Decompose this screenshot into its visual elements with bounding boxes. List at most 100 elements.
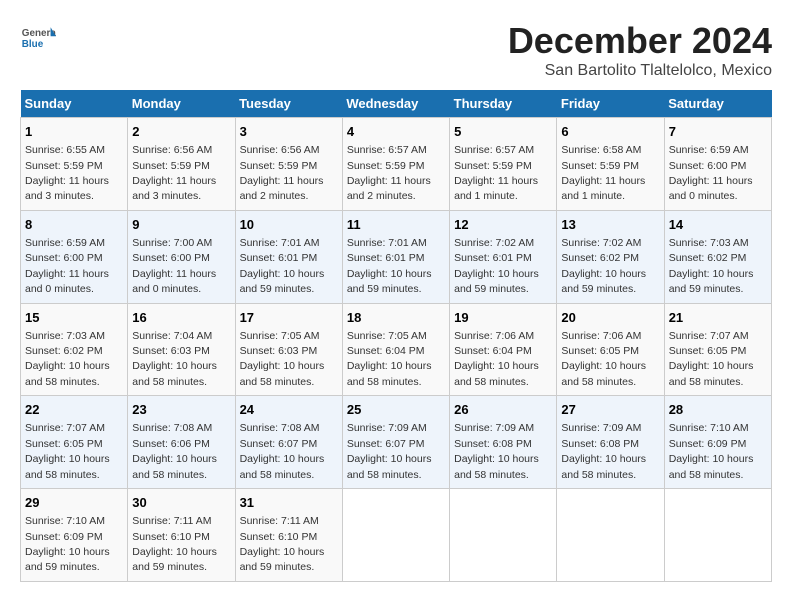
calendar-week-row: 29 Sunrise: 7:10 AM Sunset: 6:09 PM Dayl…	[21, 489, 772, 582]
calendar-cell	[450, 489, 557, 582]
calendar-cell: 1 Sunrise: 6:55 AM Sunset: 5:59 PM Dayli…	[21, 118, 128, 211]
day-info: Sunrise: 7:01 AM Sunset: 6:01 PM Dayligh…	[347, 237, 432, 295]
calendar-cell: 17 Sunrise: 7:05 AM Sunset: 6:03 PM Dayl…	[235, 303, 342, 396]
day-info: Sunrise: 7:00 AM Sunset: 6:00 PM Dayligh…	[132, 237, 216, 295]
header-saturday: Saturday	[664, 90, 771, 118]
day-info: Sunrise: 7:01 AM Sunset: 6:01 PM Dayligh…	[240, 237, 325, 295]
calendar-cell: 24 Sunrise: 7:08 AM Sunset: 6:07 PM Dayl…	[235, 396, 342, 489]
day-number: 30	[132, 494, 230, 512]
day-info: Sunrise: 7:03 AM Sunset: 6:02 PM Dayligh…	[669, 237, 754, 295]
calendar-cell: 21 Sunrise: 7:07 AM Sunset: 6:05 PM Dayl…	[664, 303, 771, 396]
day-number: 28	[669, 401, 767, 419]
calendar-week-row: 22 Sunrise: 7:07 AM Sunset: 6:05 PM Dayl…	[21, 396, 772, 489]
calendar-cell: 4 Sunrise: 6:57 AM Sunset: 5:59 PM Dayli…	[342, 118, 449, 211]
day-info: Sunrise: 7:09 AM Sunset: 6:07 PM Dayligh…	[347, 422, 432, 480]
day-number: 4	[347, 123, 445, 141]
calendar-cell: 30 Sunrise: 7:11 AM Sunset: 6:10 PM Dayl…	[128, 489, 235, 582]
day-number: 29	[25, 494, 123, 512]
day-number: 6	[561, 123, 659, 141]
day-number: 22	[25, 401, 123, 419]
calendar-cell: 14 Sunrise: 7:03 AM Sunset: 6:02 PM Dayl…	[664, 210, 771, 303]
day-info: Sunrise: 7:06 AM Sunset: 6:04 PM Dayligh…	[454, 330, 539, 388]
calendar-cell: 18 Sunrise: 7:05 AM Sunset: 6:04 PM Dayl…	[342, 303, 449, 396]
logo: General Blue	[20, 20, 56, 56]
calendar-cell	[557, 489, 664, 582]
calendar-cell: 29 Sunrise: 7:10 AM Sunset: 6:09 PM Dayl…	[21, 489, 128, 582]
day-number: 18	[347, 309, 445, 327]
day-info: Sunrise: 6:56 AM Sunset: 5:59 PM Dayligh…	[240, 144, 324, 202]
calendar-week-row: 8 Sunrise: 6:59 AM Sunset: 6:00 PM Dayli…	[21, 210, 772, 303]
day-number: 19	[454, 309, 552, 327]
day-info: Sunrise: 6:59 AM Sunset: 6:00 PM Dayligh…	[669, 144, 753, 202]
day-info: Sunrise: 7:10 AM Sunset: 6:09 PM Dayligh…	[669, 422, 754, 480]
calendar-cell: 26 Sunrise: 7:09 AM Sunset: 6:08 PM Dayl…	[450, 396, 557, 489]
day-number: 21	[669, 309, 767, 327]
title-block: December 2024 San Bartolito Tlaltelolco,…	[508, 20, 772, 80]
day-number: 12	[454, 216, 552, 234]
calendar-cell: 5 Sunrise: 6:57 AM Sunset: 5:59 PM Dayli…	[450, 118, 557, 211]
calendar-cell: 19 Sunrise: 7:06 AM Sunset: 6:04 PM Dayl…	[450, 303, 557, 396]
day-info: Sunrise: 7:06 AM Sunset: 6:05 PM Dayligh…	[561, 330, 646, 388]
day-info: Sunrise: 7:05 AM Sunset: 6:03 PM Dayligh…	[240, 330, 325, 388]
day-info: Sunrise: 6:57 AM Sunset: 5:59 PM Dayligh…	[454, 144, 538, 202]
day-info: Sunrise: 7:10 AM Sunset: 6:09 PM Dayligh…	[25, 515, 110, 573]
day-info: Sunrise: 7:08 AM Sunset: 6:07 PM Dayligh…	[240, 422, 325, 480]
calendar-cell: 23 Sunrise: 7:08 AM Sunset: 6:06 PM Dayl…	[128, 396, 235, 489]
logo-icon: General Blue	[20, 20, 56, 56]
day-number: 14	[669, 216, 767, 234]
calendar-week-row: 15 Sunrise: 7:03 AM Sunset: 6:02 PM Dayl…	[21, 303, 772, 396]
calendar-cell: 20 Sunrise: 7:06 AM Sunset: 6:05 PM Dayl…	[557, 303, 664, 396]
day-number: 27	[561, 401, 659, 419]
svg-text:Blue: Blue	[22, 39, 44, 50]
day-info: Sunrise: 7:03 AM Sunset: 6:02 PM Dayligh…	[25, 330, 110, 388]
calendar-title: December 2024	[508, 20, 772, 62]
calendar-cell: 10 Sunrise: 7:01 AM Sunset: 6:01 PM Dayl…	[235, 210, 342, 303]
day-info: Sunrise: 7:08 AM Sunset: 6:06 PM Dayligh…	[132, 422, 217, 480]
calendar-cell: 9 Sunrise: 7:00 AM Sunset: 6:00 PM Dayli…	[128, 210, 235, 303]
day-number: 7	[669, 123, 767, 141]
header-thursday: Thursday	[450, 90, 557, 118]
day-info: Sunrise: 7:09 AM Sunset: 6:08 PM Dayligh…	[454, 422, 539, 480]
day-number: 3	[240, 123, 338, 141]
calendar-subtitle: San Bartolito Tlaltelolco, Mexico	[508, 62, 772, 80]
calendar-cell: 7 Sunrise: 6:59 AM Sunset: 6:00 PM Dayli…	[664, 118, 771, 211]
calendar-cell: 15 Sunrise: 7:03 AM Sunset: 6:02 PM Dayl…	[21, 303, 128, 396]
day-info: Sunrise: 7:07 AM Sunset: 6:05 PM Dayligh…	[669, 330, 754, 388]
calendar-header-row: Sunday Monday Tuesday Wednesday Thursday…	[21, 90, 772, 118]
day-number: 26	[454, 401, 552, 419]
calendar-cell: 28 Sunrise: 7:10 AM Sunset: 6:09 PM Dayl…	[664, 396, 771, 489]
day-info: Sunrise: 6:58 AM Sunset: 5:59 PM Dayligh…	[561, 144, 645, 202]
calendar-cell: 6 Sunrise: 6:58 AM Sunset: 5:59 PM Dayli…	[557, 118, 664, 211]
day-number: 5	[454, 123, 552, 141]
day-info: Sunrise: 6:55 AM Sunset: 5:59 PM Dayligh…	[25, 144, 109, 202]
day-number: 23	[132, 401, 230, 419]
calendar-cell: 3 Sunrise: 6:56 AM Sunset: 5:59 PM Dayli…	[235, 118, 342, 211]
day-number: 1	[25, 123, 123, 141]
header-friday: Friday	[557, 90, 664, 118]
day-number: 2	[132, 123, 230, 141]
calendar-cell	[342, 489, 449, 582]
calendar-cell: 27 Sunrise: 7:09 AM Sunset: 6:08 PM Dayl…	[557, 396, 664, 489]
calendar-cell: 12 Sunrise: 7:02 AM Sunset: 6:01 PM Dayl…	[450, 210, 557, 303]
header-monday: Monday	[128, 90, 235, 118]
day-info: Sunrise: 7:05 AM Sunset: 6:04 PM Dayligh…	[347, 330, 432, 388]
day-number: 15	[25, 309, 123, 327]
calendar-cell: 22 Sunrise: 7:07 AM Sunset: 6:05 PM Dayl…	[21, 396, 128, 489]
calendar-table: Sunday Monday Tuesday Wednesday Thursday…	[20, 90, 772, 582]
calendar-cell: 8 Sunrise: 6:59 AM Sunset: 6:00 PM Dayli…	[21, 210, 128, 303]
day-number: 16	[132, 309, 230, 327]
calendar-week-row: 1 Sunrise: 6:55 AM Sunset: 5:59 PM Dayli…	[21, 118, 772, 211]
day-number: 11	[347, 216, 445, 234]
day-info: Sunrise: 6:56 AM Sunset: 5:59 PM Dayligh…	[132, 144, 216, 202]
day-info: Sunrise: 6:59 AM Sunset: 6:00 PM Dayligh…	[25, 237, 109, 295]
day-info: Sunrise: 7:02 AM Sunset: 6:01 PM Dayligh…	[454, 237, 539, 295]
header-tuesday: Tuesday	[235, 90, 342, 118]
day-number: 13	[561, 216, 659, 234]
calendar-cell: 25 Sunrise: 7:09 AM Sunset: 6:07 PM Dayl…	[342, 396, 449, 489]
calendar-cell	[664, 489, 771, 582]
calendar-cell: 2 Sunrise: 6:56 AM Sunset: 5:59 PM Dayli…	[128, 118, 235, 211]
day-info: Sunrise: 7:02 AM Sunset: 6:02 PM Dayligh…	[561, 237, 646, 295]
calendar-cell: 13 Sunrise: 7:02 AM Sunset: 6:02 PM Dayl…	[557, 210, 664, 303]
day-number: 8	[25, 216, 123, 234]
day-number: 25	[347, 401, 445, 419]
